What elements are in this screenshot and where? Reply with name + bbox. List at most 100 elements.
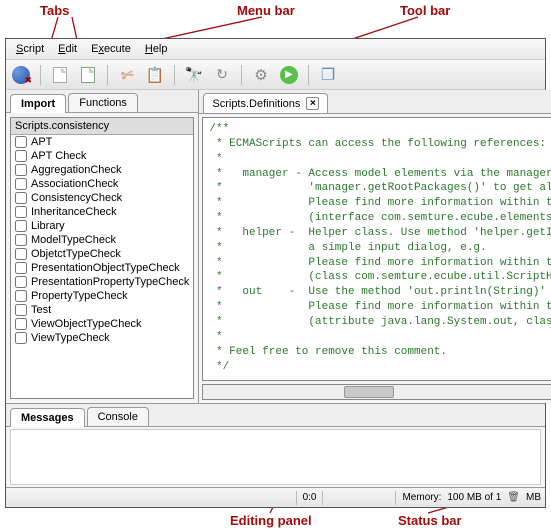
- left-tabs: Import Functions: [6, 90, 198, 113]
- toolbar-separator: [107, 65, 108, 85]
- tree-item-label: InheritanceCheck: [31, 206, 117, 218]
- tree-item-label: ObjetctTypeCheck: [31, 248, 121, 260]
- scroll-thumb[interactable]: [344, 386, 394, 398]
- tree-item-checkbox[interactable]: [15, 276, 27, 288]
- new-button[interactable]: [49, 64, 71, 86]
- tree-item[interactable]: APT Check: [11, 149, 193, 163]
- tab-import[interactable]: Import: [10, 94, 66, 113]
- find-button[interactable]: 🔭: [183, 64, 205, 86]
- tree-item-label: ModelTypeCheck: [31, 234, 116, 246]
- tree-item-label: AssociationCheck: [31, 178, 118, 190]
- tree-item-checkbox[interactable]: [15, 318, 27, 330]
- gear-icon: ⚙: [254, 66, 267, 84]
- toolbar-separator: [40, 65, 41, 85]
- code-editor[interactable]: /** * ECMAScripts can access the followi…: [202, 117, 551, 381]
- close-icon[interactable]: ×: [306, 97, 319, 110]
- trash-icon[interactable]: 🗑: [507, 492, 520, 503]
- menu-help[interactable]: Help: [139, 41, 174, 57]
- run-button[interactable]: ▶: [278, 64, 300, 86]
- status-memory-value: 100 MB of 1: [447, 492, 501, 503]
- tree-item[interactable]: ViewTypeCheck: [11, 331, 193, 345]
- cut-button[interactable]: ✄: [116, 64, 138, 86]
- binoculars-icon: 🔭: [185, 66, 204, 84]
- script-tree[interactable]: Scripts.consistency APTAPT CheckAggregat…: [10, 117, 194, 399]
- menu-edit[interactable]: Edit: [52, 41, 83, 57]
- status-memory-suffix: MB: [526, 492, 541, 503]
- tree-item[interactable]: ModelTypeCheck: [11, 233, 193, 247]
- bottom-pane: Messages Console: [6, 403, 545, 487]
- windows-icon: ❐: [321, 65, 335, 85]
- tree-item-checkbox[interactable]: [15, 262, 27, 274]
- editor-tab[interactable]: Scripts.Definitions ×: [203, 93, 328, 113]
- new-green-icon: [81, 67, 95, 83]
- editor-hscrollbar[interactable]: [202, 384, 551, 400]
- status-memory-label: Memory:: [402, 492, 441, 503]
- paste-button[interactable]: 📋: [144, 64, 166, 86]
- windows-button[interactable]: ❐: [317, 64, 339, 86]
- tree-item-label: ConsistencyCheck: [31, 192, 122, 204]
- tree-item-checkbox[interactable]: [15, 164, 27, 176]
- home-button[interactable]: [10, 64, 32, 86]
- tree-item-checkbox[interactable]: [15, 304, 27, 316]
- clipboard-icon: 📋: [146, 66, 165, 84]
- menu-execute[interactable]: Execute: [85, 41, 137, 57]
- tree-item-checkbox[interactable]: [15, 178, 27, 190]
- tree-item[interactable]: AggregationCheck: [11, 163, 193, 177]
- tree-item-checkbox[interactable]: [15, 150, 27, 162]
- toolbar-separator: [241, 65, 242, 85]
- tree-item-label: PresentationPropertyTypeCheck: [31, 276, 189, 288]
- new2-button[interactable]: [77, 64, 99, 86]
- status-position: 0:0: [303, 492, 317, 503]
- tree-item-checkbox[interactable]: [15, 234, 27, 246]
- messages-area[interactable]: [10, 429, 541, 485]
- tab-messages[interactable]: Messages: [10, 408, 85, 427]
- scissors-icon: ✄: [119, 64, 136, 85]
- tree-item[interactable]: ObjetctTypeCheck: [11, 247, 193, 261]
- tree-item-checkbox[interactable]: [15, 192, 27, 204]
- tree-item-label: ViewTypeCheck: [31, 332, 110, 344]
- tree-item-checkbox[interactable]: [15, 248, 27, 260]
- editor-tabs: Scripts.Definitions ×: [199, 90, 551, 114]
- left-pane: Import Functions Scripts.consistency APT…: [6, 90, 199, 403]
- tab-console[interactable]: Console: [87, 407, 149, 426]
- toolbar-separator: [174, 65, 175, 85]
- settings-button[interactable]: ⚙: [250, 64, 272, 86]
- tree-item-label: APT: [31, 136, 52, 148]
- annot-editing: Editing panel: [230, 513, 312, 528]
- right-pane: Scripts.Definitions × /** * ECMAScripts …: [199, 90, 551, 403]
- tree-item[interactable]: ViewObjectTypeCheck: [11, 317, 193, 331]
- tree-item-label: Test: [31, 304, 51, 316]
- globe-icon: [12, 66, 30, 84]
- tree-item[interactable]: APT: [11, 135, 193, 149]
- tree-item[interactable]: ConsistencyCheck: [11, 191, 193, 205]
- tree-item[interactable]: AssociationCheck: [11, 177, 193, 191]
- app-window: Script Edit Execute Help ✄ 📋 🔭 ↻ ⚙ ▶ ❐ I…: [5, 38, 546, 508]
- tree-item-checkbox[interactable]: [15, 136, 27, 148]
- tree-item[interactable]: Test: [11, 303, 193, 317]
- tree-item-checkbox[interactable]: [15, 332, 27, 344]
- tree-item-label: ViewObjectTypeCheck: [31, 318, 141, 330]
- tree-item[interactable]: PropertyTypeCheck: [11, 289, 193, 303]
- annot-toolbar: Tool bar: [400, 3, 450, 18]
- editor-tab-title: Scripts.Definitions: [212, 98, 300, 110]
- status-bar: 0:0 Memory: 100 MB of 1 🗑 MB: [6, 487, 545, 507]
- tree-item-checkbox[interactable]: [15, 220, 27, 232]
- tree-item[interactable]: Library: [11, 219, 193, 233]
- menu-bar: Script Edit Execute Help: [6, 39, 545, 60]
- tree-item-label: PresentationObjectTypeCheck: [31, 262, 180, 274]
- annot-tabs: Tabs: [40, 3, 69, 18]
- tree-item-label: PropertyTypeCheck: [31, 290, 128, 302]
- menu-script[interactable]: Script: [10, 41, 50, 57]
- tab-functions[interactable]: Functions: [68, 93, 138, 112]
- tree-item-label: Library: [31, 220, 65, 232]
- annot-statusbar: Status bar: [398, 513, 462, 528]
- tree-item[interactable]: PresentationPropertyTypeCheck: [11, 275, 193, 289]
- refresh-button[interactable]: ↻: [211, 64, 233, 86]
- tree-item[interactable]: PresentationObjectTypeCheck: [11, 261, 193, 275]
- cycle-icon: ↻: [216, 66, 228, 83]
- tree-item-checkbox[interactable]: [15, 290, 27, 302]
- tree-item[interactable]: InheritanceCheck: [11, 205, 193, 219]
- run-icon: ▶: [280, 66, 298, 84]
- tree-header: Scripts.consistency: [11, 118, 193, 135]
- tree-item-checkbox[interactable]: [15, 206, 27, 218]
